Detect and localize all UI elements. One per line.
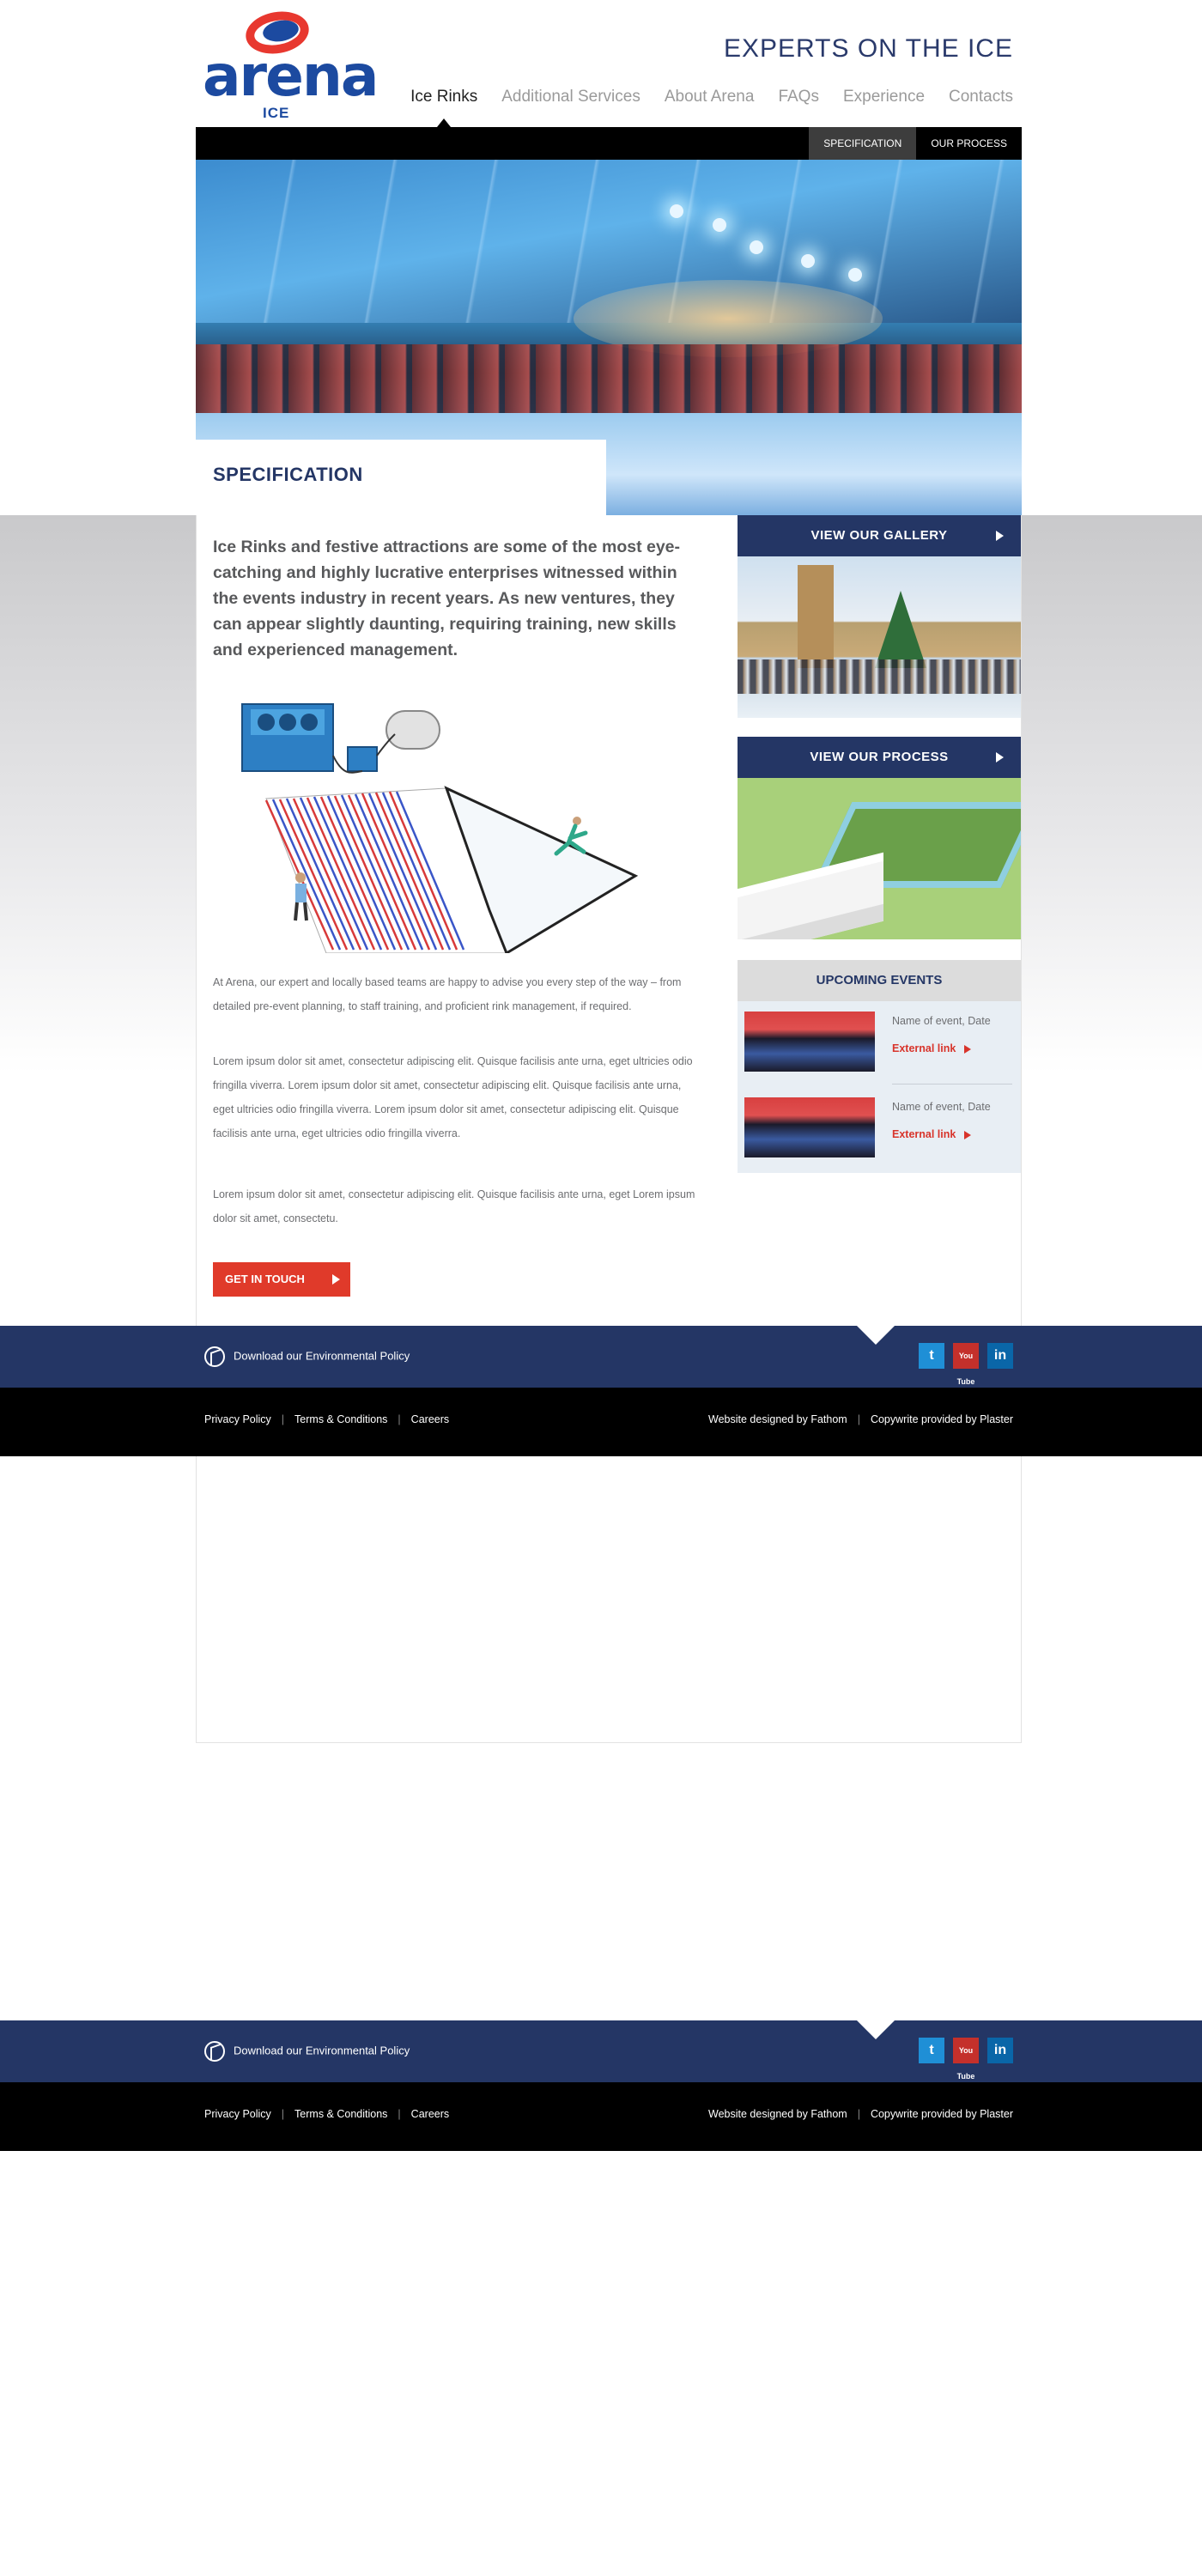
event-external-link[interactable]: External link	[892, 1128, 972, 1140]
linkedin-icon[interactable]: in	[987, 2038, 1013, 2063]
footer-links: Privacy Policy | Terms & Conditions | Care…	[204, 1413, 449, 1425]
separator: |	[857, 1413, 860, 1425]
upcoming-events-panel: UPCOMING EVENTS Name of event, Date Exte…	[738, 960, 1021, 1173]
view-gallery-button[interactable]: VIEW OUR GALLERY	[738, 515, 1021, 556]
gallery-thumbnail[interactable]	[738, 556, 1021, 718]
linkedin-icon[interactable]: in	[987, 1343, 1013, 1369]
twitter-icon[interactable]: t	[919, 2038, 944, 2063]
separator: |	[281, 2108, 285, 2120]
engineer-icon	[294, 872, 308, 921]
body-paragraph-2: Lorem ipsum dolor sit amet, consectetur …	[213, 1055, 693, 1139]
copywriter-credit-link[interactable]: Copywrite provided by Plaster	[871, 2108, 1013, 2120]
footer-links: Privacy Policy | Terms & Conditions | Care…	[204, 2108, 449, 2120]
designer-credit-link[interactable]: Website designed by Fathom	[708, 1413, 847, 1425]
nav-experience[interactable]: Experience	[843, 88, 925, 106]
leaf-globe-icon	[204, 1346, 225, 1367]
footer-notch	[857, 1326, 895, 1345]
logo-word: arena	[203, 43, 379, 109]
tagline: EXPERTS ON THE ICE	[724, 34, 1013, 63]
footer-top-bar: Download our Environmental Policy t You …	[0, 2020, 1202, 2082]
process-thumbnail[interactable]	[738, 778, 1021, 939]
footer-top-bar: Download our Environmental Policy t You …	[0, 1326, 1202, 1388]
subtab-our-process[interactable]: OUR PROCESS	[916, 127, 1022, 160]
hero-image: SPECIFICATION	[196, 160, 1022, 515]
terms-link[interactable]: Terms & Conditions	[294, 1413, 387, 1425]
event-name: Name of event, Date	[892, 1015, 991, 1027]
environmental-policy-link[interactable]: Download our Environmental Policy	[204, 1346, 410, 1367]
main-nav: Ice Rinks Additional Services About Aren…	[410, 88, 1013, 127]
sub-nav-bar: SPECIFICATION OUR PROCESS	[196, 127, 1022, 160]
footer-credits: Website designed by Fathom | Copywrite pr…	[708, 2108, 1013, 2120]
hero-rink-wall	[196, 344, 1022, 413]
nav-additional-services[interactable]: Additional Services	[501, 88, 640, 106]
privacy-policy-link[interactable]: Privacy Policy	[204, 2108, 271, 2120]
separator: |	[281, 1413, 285, 1425]
nav-faqs[interactable]: FAQs	[778, 88, 819, 106]
event-external-link[interactable]: External link	[892, 1042, 972, 1054]
social-links: t You Tube in	[919, 2038, 1013, 2081]
gallery-tower	[798, 565, 834, 668]
careers-link[interactable]: Careers	[411, 2108, 449, 2120]
gallery-crowd	[738, 659, 1021, 694]
subtab-specification[interactable]: SPECIFICATION	[809, 127, 917, 160]
event-item: Name of event, Date External link	[744, 1097, 1014, 1164]
nav-pointer-icon	[437, 118, 452, 127]
designer-credit-link[interactable]: Website designed by Fathom	[708, 2108, 847, 2120]
body-paragraph-3: Lorem ipsum dolor sit amet, consectetur …	[213, 1188, 695, 1224]
hero-light	[713, 218, 726, 232]
hero-light	[670, 204, 683, 218]
copywriter-credit-link[interactable]: Copywrite provided by Plaster	[871, 1413, 1013, 1425]
separator: |	[398, 2108, 401, 2120]
logo-sub: ICE	[263, 105, 290, 121]
event-thumbnail[interactable]	[744, 1012, 875, 1072]
privacy-policy-link[interactable]: Privacy Policy	[204, 1413, 271, 1425]
rink-system-diagram	[241, 703, 639, 953]
nav-contacts[interactable]: Contacts	[949, 88, 1013, 106]
event-name: Name of event, Date	[892, 1101, 991, 1113]
upcoming-events-title: UPCOMING EVENTS	[738, 960, 1021, 1001]
careers-link[interactable]: Careers	[411, 1413, 449, 1425]
footer-notch	[857, 2020, 895, 2039]
hero-caption: SPECIFICATION	[196, 440, 606, 515]
play-arrow-icon	[964, 1044, 972, 1054]
youtube-icon[interactable]: You Tube	[953, 1343, 979, 1386]
arena-logo[interactable]: arena ICE	[203, 6, 379, 121]
get-in-touch-button[interactable]: GET IN TOUCH	[213, 1262, 350, 1297]
youtube-icon[interactable]: You Tube	[953, 2038, 979, 2081]
play-arrow-icon	[996, 752, 1004, 762]
page-title: SPECIFICATION	[213, 464, 363, 485]
twitter-icon[interactable]: t	[919, 1343, 944, 1369]
play-arrow-icon	[996, 531, 1004, 541]
footer-bottom-bar: Privacy Policy | Terms & Conditions | Care…	[0, 2082, 1202, 2151]
process-marquee	[738, 852, 883, 939]
social-links: t You Tube in	[919, 1343, 1013, 1386]
hero-light	[750, 240, 763, 254]
nav-about-arena[interactable]: About Arena	[665, 88, 755, 106]
tank-icon	[385, 710, 440, 750]
terms-link[interactable]: Terms & Conditions	[294, 2108, 387, 2120]
event-item: Name of event, Date External link	[744, 1012, 1014, 1078]
separator: |	[398, 1413, 401, 1425]
hero-light	[801, 254, 815, 268]
hero-light	[848, 268, 862, 282]
get-in-touch-label: GET IN TOUCH	[225, 1273, 305, 1285]
nav-ice-rinks[interactable]: Ice Rinks	[410, 88, 477, 127]
intro-text: Ice Rinks and festive attractions are so…	[213, 538, 681, 659]
gallery-tree	[875, 591, 926, 668]
leaf-globe-icon	[204, 2041, 225, 2062]
environmental-policy-link[interactable]: Download our Environmental Policy	[204, 2041, 410, 2062]
view-process-button[interactable]: VIEW OUR PROCESS	[738, 737, 1021, 778]
pump-icon	[347, 746, 378, 772]
footer-credits: Website designed by Fathom | Copywrite pr…	[708, 1413, 1013, 1425]
footer-bottom-bar: Privacy Policy | Terms & Conditions | Care…	[0, 1388, 1202, 1456]
page: arena ICE EXPERTS ON THE ICE Ice Rinks A…	[0, 0, 1202, 2576]
play-arrow-icon	[964, 1130, 972, 1139]
separator: |	[857, 2108, 860, 2120]
body-paragraph-1: At Arena, our expert and locally based t…	[213, 976, 682, 1012]
view-process-label: VIEW OUR PROCESS	[810, 750, 949, 764]
event-thumbnail[interactable]	[744, 1097, 875, 1157]
play-arrow-icon	[332, 1274, 340, 1285]
view-gallery-label: VIEW OUR GALLERY	[810, 528, 948, 543]
chiller-unit-icon	[241, 703, 334, 772]
